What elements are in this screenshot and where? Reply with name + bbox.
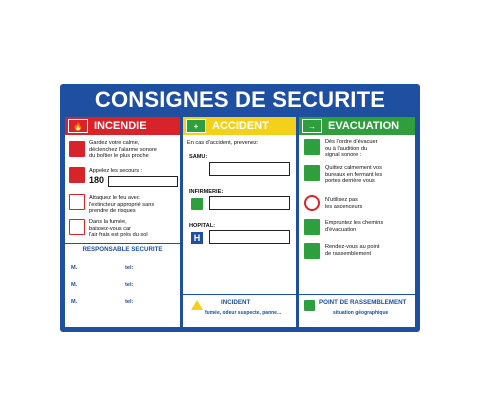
crawl-smoke-icon: [69, 219, 85, 235]
safety-sign: CONSIGNES DE SECURITE 🔥 INCENDIE Gardez …: [60, 84, 420, 332]
accident-header-label: ACCIDENT: [212, 120, 269, 132]
phone-number-field[interactable]: [108, 176, 178, 187]
phone-number: 180: [89, 175, 105, 185]
assembly-point-icon: [304, 243, 320, 259]
incendie-header: 🔥 INCENDIE: [65, 117, 180, 135]
green-cross-icon: [191, 198, 203, 210]
incendie-column: 🔥 INCENDIE Gardez votre calme, déclenche…: [65, 117, 180, 327]
divider: [65, 243, 180, 244]
resp-tel-1: tel:: [125, 265, 134, 271]
divider: [183, 294, 296, 295]
exit-arrow-icon: →: [302, 119, 322, 133]
resp-m-2: M.: [71, 282, 78, 288]
exit-door-icon: [304, 165, 320, 181]
evacuation-item-3: N'utilisez pas les ascenceurs: [325, 197, 363, 210]
evacuation-column: → EVACUATION Dès l'ordre d'évacuer ou à …: [299, 117, 415, 327]
accident-column: + ACCIDENT En cas d'accident, prevenez: …: [183, 117, 296, 327]
assembly-icon: [304, 300, 315, 311]
alarm-bell-icon: [304, 139, 320, 155]
resp-m-1: M.: [71, 265, 78, 271]
rassemblement-title: POINT DE RASSEMBLEMENT: [319, 299, 407, 306]
incident-title: INCIDENT: [221, 299, 251, 306]
resp-m-3: M.: [71, 299, 78, 305]
responsable-title: RESPONSABLE SECURITE: [82, 246, 163, 253]
evacuation-item-2: Quittez calmement vos bureaux en fermant…: [325, 165, 383, 185]
sign-title: CONSIGNES DE SECURITE: [94, 87, 386, 112]
accident-header: + ACCIDENT: [183, 117, 296, 135]
evacuation-header: → EVACUATION: [299, 117, 415, 135]
incendie-header-label: INCENDIE: [94, 120, 147, 132]
resp-tel-3: tel:: [125, 299, 134, 305]
accident-intro: En cas d'accident, prevenez:: [187, 140, 259, 146]
first-aid-icon: +: [186, 119, 206, 133]
incendie-item-1: Gardez votre calme, déclenchez l'alarme …: [89, 140, 157, 160]
evacuation-item-5: Rendez-vous au point de rassemblement: [325, 244, 380, 257]
rassemblement-sub: situation géographique: [333, 310, 389, 316]
fire-icon: 🔥: [68, 119, 88, 133]
samu-label: SAMU:: [189, 154, 208, 160]
extinguisher-icon: [69, 194, 85, 210]
phone-icon: [69, 167, 85, 183]
hopital-field[interactable]: [209, 230, 290, 244]
divider: [299, 294, 415, 295]
incendie-item-2: Appelez les secours :: [89, 168, 143, 174]
incident-sub: fumée, odeur suspecte, panne...: [205, 310, 282, 316]
incendie-item-3: Attaquez le feu avec l'extincteur approp…: [89, 195, 155, 215]
resp-tel-2: tel:: [125, 282, 134, 288]
infirmerie-field[interactable]: [209, 196, 290, 210]
warning-icon: [191, 300, 203, 310]
samu-field[interactable]: [209, 162, 290, 176]
stairs-icon: [304, 219, 320, 235]
incendie-item-4: Dans la fumée, baissez-vous car l'air fr…: [89, 219, 148, 239]
evacuation-item-1: Dès l'ordre d'évacuer ou à l'audition du…: [325, 139, 378, 159]
evacuation-item-4: Empruntez les chemins d'évacuation: [325, 220, 384, 233]
fire-alarm-icon: [69, 141, 85, 157]
hospital-icon: H: [191, 232, 203, 244]
evacuation-header-label: EVACUATION: [328, 120, 400, 132]
no-elevator-icon: [304, 195, 320, 211]
infirmerie-label: INFIRMERIE:: [189, 189, 224, 195]
hopital-label: HOPITAL:: [189, 223, 215, 229]
